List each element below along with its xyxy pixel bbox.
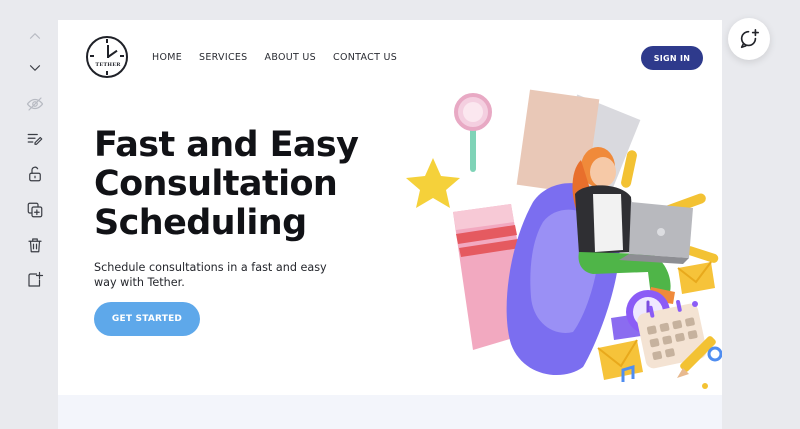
deco-dot xyxy=(702,383,708,389)
website-canvas: TETHER HOME SERVICES ABOUT US CONTACT US… xyxy=(58,20,722,429)
delete-button[interactable] xyxy=(18,231,52,259)
star-icon xyxy=(406,158,460,208)
tether-logo[interactable]: TETHER xyxy=(86,36,128,78)
logo-tick xyxy=(106,39,108,43)
eye-slash-icon xyxy=(26,97,44,111)
lock-button[interactable] xyxy=(18,160,52,188)
add-comment-icon xyxy=(740,29,759,49)
hero-title-line: Consultation xyxy=(94,164,338,204)
visibility-button[interactable] xyxy=(18,90,52,118)
nav-services[interactable]: SERVICES xyxy=(199,52,247,63)
move-down-button[interactable] xyxy=(18,54,52,82)
logo-text: TETHER xyxy=(95,62,121,68)
hero-title-line: Scheduling xyxy=(94,203,307,243)
nav-about-us[interactable]: ABOUT US xyxy=(265,52,317,63)
logo-tick xyxy=(106,71,108,75)
hero-illustration xyxy=(406,89,722,389)
nav-home[interactable]: HOME xyxy=(152,52,182,63)
get-started-button[interactable]: GET STARTED xyxy=(94,302,200,336)
hero-title: Fast and Easy Consultation Scheduling xyxy=(94,126,394,243)
logo-tick xyxy=(90,55,94,57)
deco-dot xyxy=(692,301,698,307)
edit-button[interactable] xyxy=(18,125,52,153)
edit-lines-icon xyxy=(27,133,43,145)
trash-icon xyxy=(28,238,42,253)
magnifier-icon xyxy=(454,93,492,172)
deco-ring xyxy=(707,346,722,362)
main-nav: HOME SERVICES ABOUT US CONTACT US xyxy=(152,52,397,63)
duplicate-button[interactable] xyxy=(18,196,52,224)
add-section-button[interactable] xyxy=(18,266,52,294)
logo-tick xyxy=(120,55,124,57)
add-comment-button[interactable] xyxy=(728,18,770,60)
hero-title-line: Fast and Easy xyxy=(94,125,359,165)
add-section-icon xyxy=(28,271,44,287)
move-up-button[interactable] xyxy=(18,22,52,50)
unlock-icon xyxy=(29,166,41,182)
hero-subtitle: Schedule consultations in a fast and eas… xyxy=(94,261,327,289)
chevron-up-icon xyxy=(29,33,41,39)
chevron-down-icon xyxy=(29,65,41,71)
next-section-preview xyxy=(58,395,722,429)
envelope-icon xyxy=(677,261,715,294)
sign-in-button[interactable]: SIGN IN xyxy=(641,46,703,70)
duplicate-icon xyxy=(27,202,43,218)
nav-contact-us[interactable]: CONTACT US xyxy=(333,52,397,63)
envelope-icon xyxy=(597,339,643,380)
